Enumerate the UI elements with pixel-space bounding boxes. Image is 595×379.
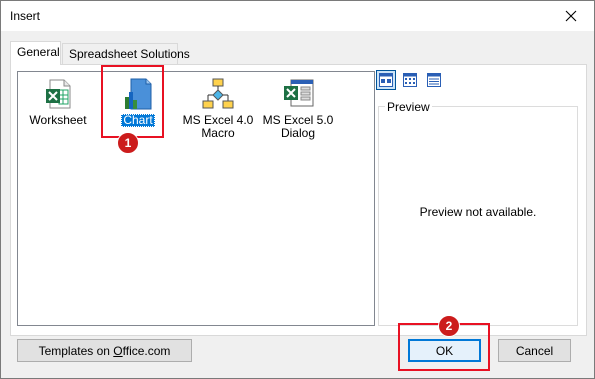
templates-on-office-button[interactable]: Templates on Office.com bbox=[17, 339, 192, 362]
details-view-button[interactable] bbox=[424, 70, 444, 90]
template-worksheet[interactable]: Worksheet bbox=[18, 78, 98, 127]
template-chart[interactable]: Chart bbox=[98, 78, 178, 127]
details-view-icon bbox=[427, 73, 441, 87]
tab-spreadsheet-solutions[interactable]: Spreadsheet Solutions bbox=[62, 43, 190, 65]
window-title: Insert bbox=[10, 9, 41, 23]
template-label: MS Excel 5.0 Dialog bbox=[262, 113, 334, 140]
template-label: Chart bbox=[121, 113, 155, 127]
ok-button[interactable]: OK bbox=[408, 339, 481, 362]
excel-dialog-icon bbox=[282, 78, 314, 110]
cancel-button[interactable]: Cancel bbox=[498, 339, 571, 362]
insert-dialog: Insert Spreadsheet Solutions General Wor… bbox=[0, 0, 595, 379]
list-view-button[interactable] bbox=[400, 70, 420, 90]
close-icon bbox=[565, 10, 577, 22]
button-label: Templates on Office.com bbox=[38, 343, 171, 358]
template-list[interactable]: Worksheet Chart MS Excel 4.0 Macro MS Ex… bbox=[17, 71, 375, 326]
annotation-step-1: 1 bbox=[117, 132, 139, 154]
chart-icon bbox=[122, 78, 154, 110]
button-label: Cancel bbox=[515, 343, 554, 358]
annotation-step-2: 2 bbox=[438, 315, 460, 337]
tab-label: General bbox=[17, 45, 60, 59]
large-icons-icon bbox=[379, 73, 393, 87]
preview-label: Preview bbox=[385, 100, 432, 114]
template-excel5-dialog[interactable]: MS Excel 5.0 Dialog bbox=[258, 78, 338, 140]
template-label: Worksheet bbox=[29, 113, 87, 127]
template-label: MS Excel 4.0 Macro bbox=[182, 113, 254, 140]
tab-label: Spreadsheet Solutions bbox=[69, 47, 190, 61]
tab-panel-general: Worksheet Chart MS Excel 4.0 Macro MS Ex… bbox=[10, 64, 587, 336]
button-label: OK bbox=[435, 343, 454, 358]
excel-worksheet-icon bbox=[42, 78, 74, 110]
title-bar: Insert bbox=[1, 1, 594, 31]
close-button[interactable] bbox=[548, 1, 594, 31]
large-icons-view-button[interactable] bbox=[376, 70, 396, 90]
preview-message: Preview not available. bbox=[419, 205, 537, 219]
list-view-icon bbox=[403, 73, 417, 87]
template-excel4-macro[interactable]: MS Excel 4.0 Macro bbox=[178, 78, 258, 140]
preview-group: Preview Preview not available. bbox=[378, 100, 578, 326]
tab-general[interactable]: General bbox=[10, 41, 61, 65]
macro-flowchart-icon bbox=[202, 78, 234, 110]
